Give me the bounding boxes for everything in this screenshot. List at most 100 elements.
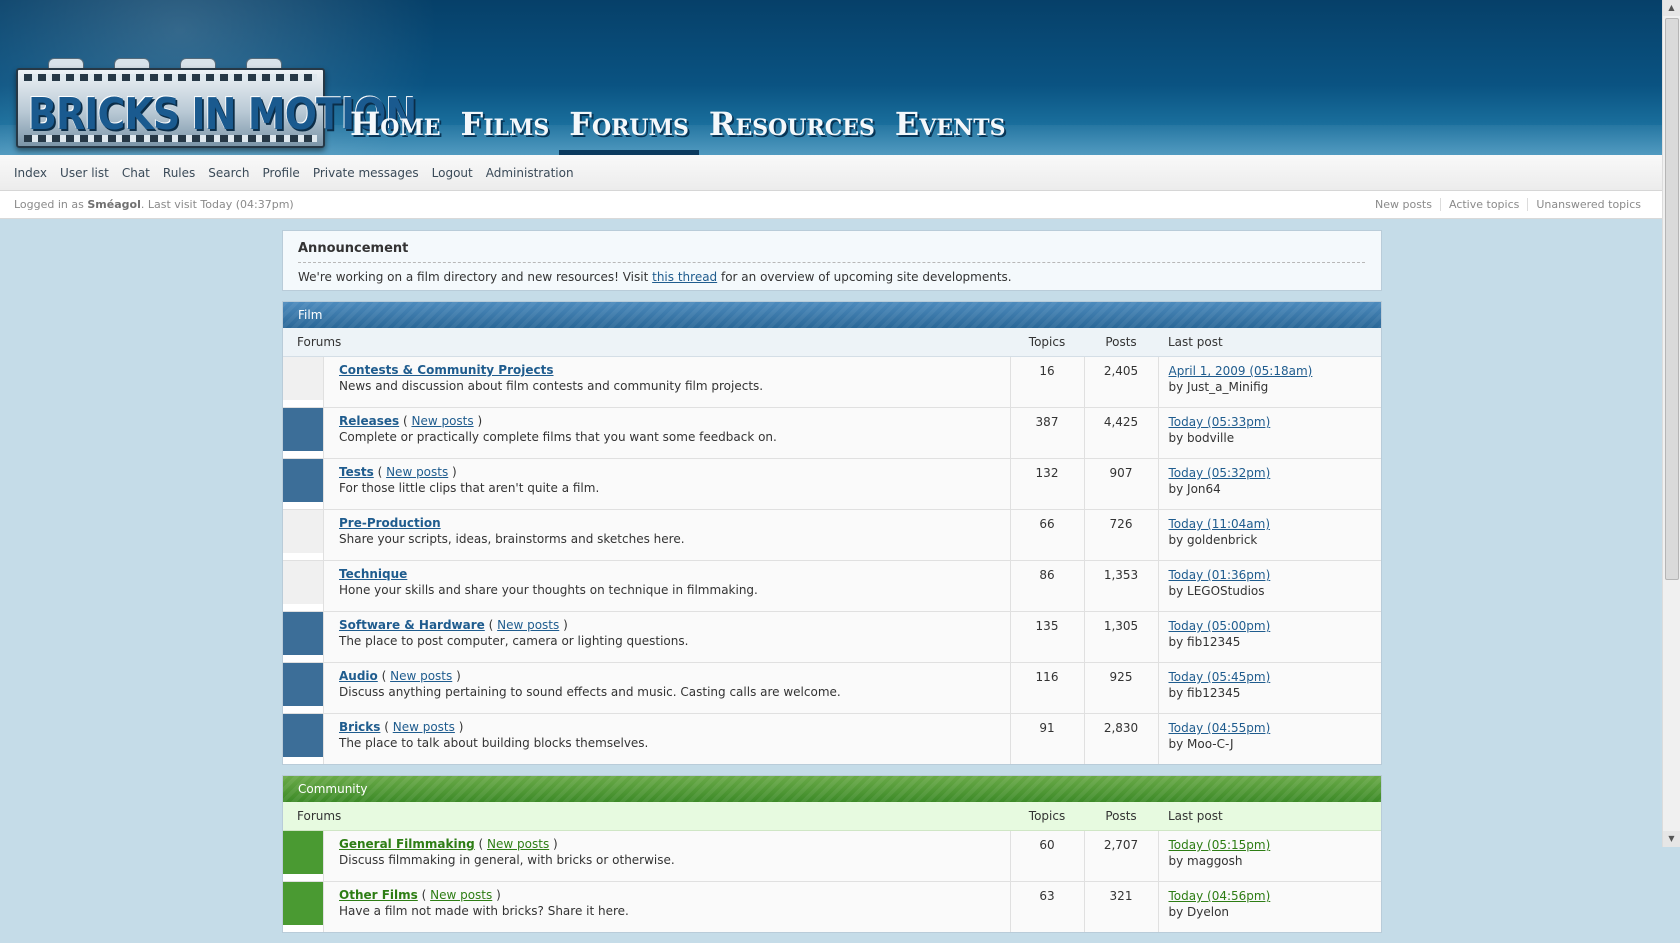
- last-post-link[interactable]: Today (05:45pm): [1169, 670, 1271, 684]
- column-posts: Posts: [1084, 328, 1158, 357]
- forum-info: General Filmmaking ( New posts ) Discuss …: [323, 830, 1010, 882]
- quick-link-new-posts[interactable]: New posts: [1367, 198, 1440, 211]
- last-post-link[interactable]: Today (05:33pm): [1169, 415, 1271, 429]
- forum-name-link[interactable]: Releases: [339, 414, 399, 428]
- subnav-item-index[interactable]: Index: [14, 166, 47, 180]
- last-post-link[interactable]: Today (05:15pm): [1169, 838, 1271, 852]
- announcement-title: Announcement: [298, 241, 1365, 263]
- last-post-link[interactable]: Today (01:36pm): [1169, 568, 1271, 582]
- nav-tab-forums[interactable]: Forums: [559, 100, 699, 155]
- new-posts-link[interactable]: New posts: [411, 414, 473, 428]
- scroll-up-icon[interactable]: ▲: [1663, 0, 1680, 16]
- forum-status-cell: [283, 458, 324, 510]
- new-posts-link[interactable]: New posts: [430, 888, 492, 902]
- table-header-row: Forums Topics Posts Last post: [283, 802, 1381, 831]
- last-post-link[interactable]: Today (04:55pm): [1169, 721, 1271, 735]
- subnav-item-user-list[interactable]: User list: [60, 166, 109, 180]
- forum-last-post: Today (05:33pm) by bodville: [1157, 407, 1381, 459]
- forum-info: Audio ( New posts ) Discuss anything pert…: [323, 662, 1010, 714]
- paren-close: ): [452, 669, 461, 683]
- announcement-link[interactable]: this thread: [652, 270, 717, 284]
- scroll-down-icon[interactable]: ▼: [1663, 831, 1680, 847]
- new-posts-link[interactable]: New posts: [386, 465, 448, 479]
- forum-name-link[interactable]: Tests: [339, 465, 374, 479]
- subnav-item-rules[interactable]: Rules: [163, 166, 195, 180]
- last-post-link[interactable]: Today (05:32pm): [1169, 466, 1271, 480]
- subnav-item-profile[interactable]: Profile: [263, 166, 300, 180]
- forum-name-link[interactable]: General Filmmaking: [339, 837, 475, 851]
- forum-name-link[interactable]: Technique: [339, 567, 407, 581]
- forum-name-link[interactable]: Audio: [339, 669, 378, 683]
- forum-name-link[interactable]: Bricks: [339, 720, 380, 734]
- quick-link-active-topics[interactable]: Active topics: [1439, 198, 1527, 211]
- no-new-posts-icon: [283, 561, 323, 604]
- forum-status-cell: [283, 662, 324, 714]
- forum-topics-count: 66: [1009, 509, 1084, 561]
- forum-topics-count: 91: [1009, 713, 1084, 764]
- new-posts-link[interactable]: New posts: [487, 837, 549, 851]
- nav-tab-home[interactable]: Home: [340, 100, 451, 155]
- forum-posts-count: 2,707: [1083, 830, 1158, 882]
- column-forums: Forums: [283, 328, 1010, 357]
- last-post-link[interactable]: Today (05:00pm): [1169, 619, 1271, 633]
- forum-description: Share your scripts, ideas, brainstorms a…: [339, 532, 685, 546]
- last-post-link[interactable]: Today (04:56pm): [1169, 889, 1271, 903]
- forum-info: Technique Hone your skills and share your…: [323, 560, 1010, 612]
- column-forums: Forums: [283, 802, 1010, 831]
- username[interactable]: Sméagol: [87, 198, 140, 211]
- forum-last-post: Today (05:32pm) by Jon64: [1157, 458, 1381, 510]
- forum-name-link[interactable]: Software & Hardware: [339, 618, 485, 632]
- forum-name-link[interactable]: Pre-Production: [339, 516, 441, 530]
- last-post-author: by LEGOStudios: [1168, 584, 1265, 598]
- nav-tab-films[interactable]: Films: [451, 100, 560, 155]
- forum-posts-count: 2,405: [1083, 356, 1158, 408]
- forum-name-link[interactable]: Other Films: [339, 888, 418, 902]
- column-topics: Topics: [1010, 802, 1084, 831]
- forum-last-post: Today (05:15pm) by maggosh: [1157, 830, 1381, 882]
- forum-description: Discuss filmmaking in general, with bric…: [339, 853, 675, 867]
- subnav-item-chat[interactable]: Chat: [122, 166, 150, 180]
- last-post-link[interactable]: Today (11:04am): [1169, 517, 1271, 531]
- last-post-author: by bodville: [1168, 431, 1235, 445]
- table-header-row: Forums Topics Posts Last post: [283, 328, 1381, 357]
- forum-info: Releases ( New posts ) Complete or practi…: [323, 407, 1010, 459]
- forum-title-line: Releases ( New posts ): [339, 414, 1010, 428]
- subnav-item-private-messages[interactable]: Private messages: [313, 166, 419, 180]
- new-posts-icon: [283, 663, 323, 706]
- subnav-item-search[interactable]: Search: [208, 166, 249, 180]
- nav-tab-resources[interactable]: Resources: [699, 100, 885, 155]
- sub-nav: Index User list Chat Rules Search Profile Priv…: [0, 155, 1663, 191]
- forum-info: Bricks ( New posts ) The place to talk ab…: [323, 713, 1010, 764]
- site-logo[interactable]: BRICKS IN MOTION: [16, 56, 417, 148]
- forum-status-cell: [283, 830, 324, 882]
- new-posts-link[interactable]: New posts: [497, 618, 559, 632]
- subnav-item-administration[interactable]: Administration: [486, 166, 574, 180]
- login-status: Logged in as Sméagol. Last visit Today (…: [14, 198, 294, 211]
- subnav-item-logout[interactable]: Logout: [432, 166, 473, 180]
- forum-description: The place to post computer, camera or li…: [339, 634, 689, 648]
- new-posts-link[interactable]: New posts: [393, 720, 455, 734]
- logo-brick: BRICKS IN MOTION: [16, 68, 417, 148]
- new-posts-link[interactable]: New posts: [390, 669, 452, 683]
- last-post-author: by goldenbrick: [1168, 533, 1258, 547]
- nav-tab-events[interactable]: Events: [885, 100, 1016, 155]
- category-header[interactable]: Film: [283, 302, 1381, 328]
- forum-title-line: Technique: [339, 567, 1010, 581]
- forum-posts-count: 726: [1083, 509, 1158, 561]
- category-header[interactable]: Community: [283, 776, 1381, 802]
- last-post-author: by fib12345: [1168, 635, 1241, 649]
- scrollbar[interactable]: ▲ ▼: [1662, 0, 1680, 847]
- scroll-thumb[interactable]: [1665, 18, 1679, 580]
- forum-description: Have a film not made with bricks? Share …: [339, 904, 629, 918]
- last-post-link[interactable]: April 1, 2009 (05:18am): [1169, 364, 1313, 378]
- forum-title-line: Other Films ( New posts ): [339, 888, 1010, 902]
- paren-open: (: [373, 465, 387, 479]
- last-post-author: by Jon64: [1168, 482, 1221, 496]
- quick-link-unanswered-topics[interactable]: Unanswered topics: [1527, 198, 1649, 211]
- forum-last-post: Today (05:00pm) by fib12345: [1157, 611, 1381, 663]
- main-nav: Home Films Forums Resources Events: [340, 100, 1016, 155]
- forum-name-link[interactable]: Contests & Community Projects: [339, 363, 554, 377]
- paren-open: (: [484, 618, 498, 632]
- paren-close: ): [454, 720, 464, 734]
- paren-open: (: [377, 669, 391, 683]
